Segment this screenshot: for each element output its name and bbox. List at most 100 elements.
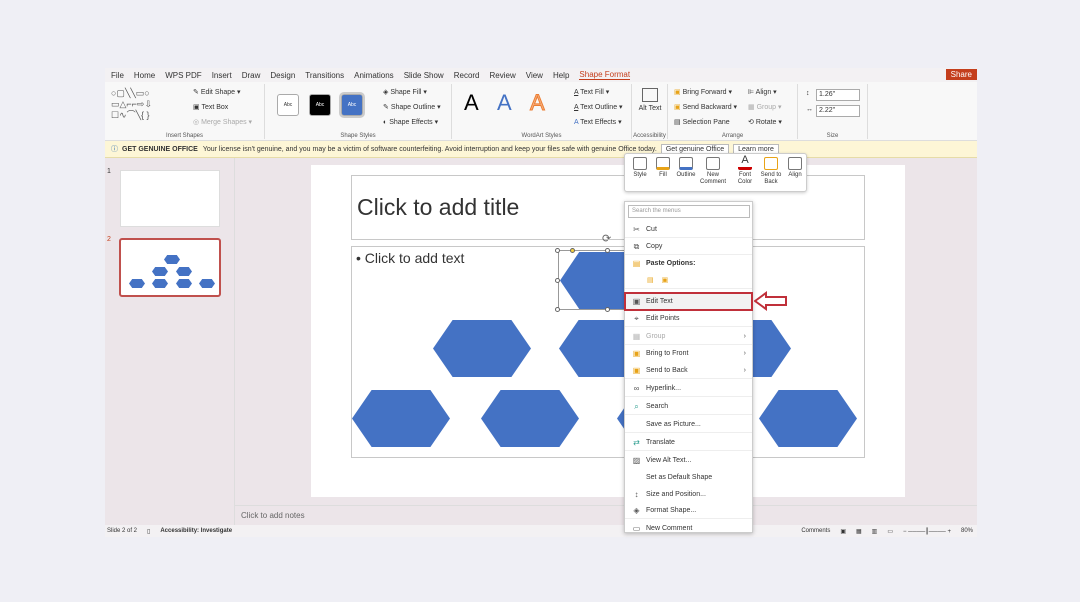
bring-forward-button[interactable]: ▣ Bring Forward ▾ (674, 88, 732, 96)
selection-pane-button[interactable]: ▤ Selection Pane (674, 118, 730, 126)
menu-item-format-shape[interactable]: ◈ Format Shape... (625, 502, 752, 519)
menu-item-hyperlink[interactable]: ∞ Hyperlink... (625, 380, 752, 397)
comment-icon (706, 157, 720, 170)
search-menus-input[interactable]: Search the menus (628, 205, 750, 218)
resize-handle[interactable] (555, 307, 560, 312)
style-icon (633, 157, 647, 170)
tab-review[interactable]: Review (490, 71, 516, 80)
hexagon-shape[interactable] (759, 390, 857, 447)
edit-text-icon: ▣ (632, 296, 641, 306)
edit-shape-button[interactable]: ✎ Edit Shape ▾ (193, 88, 241, 96)
label: Send to Back (646, 366, 688, 374)
merge-shapes-label: Merge Shapes (201, 119, 247, 126)
tab-insert[interactable]: Insert (212, 71, 232, 80)
resize-handle[interactable] (605, 307, 610, 312)
text-fill-button[interactable]: A Text Fill ▾ (574, 88, 609, 96)
tab-file[interactable]: File (111, 71, 124, 80)
text-box-button[interactable]: ▣ Text Box (193, 103, 228, 111)
style-swatch-blue[interactable]: Abc (339, 92, 365, 118)
fill-button[interactable]: Fill (653, 157, 673, 179)
resize-handle[interactable] (605, 248, 610, 253)
tab-help[interactable]: Help (553, 71, 569, 80)
tab-slide-show[interactable]: Slide Show (404, 71, 444, 80)
align-button[interactable]: ⊫ Align ▾ (748, 88, 777, 96)
style-swatch-white[interactable]: Abc (277, 94, 299, 116)
paste-picture-icon[interactable]: ▣ (662, 276, 669, 284)
send-to-back-button[interactable]: Send to Back (759, 157, 783, 186)
menu-item-cut[interactable]: ✂ Cut (625, 221, 752, 238)
width-input[interactable]: 2.22" (816, 105, 860, 117)
style-button[interactable]: Style (629, 157, 651, 179)
menu-item-translate[interactable]: ⇄ Translate (625, 434, 752, 451)
group-label: Group (756, 104, 777, 111)
menu-item-send-to-back[interactable]: ▣ Send to Back › (625, 362, 752, 379)
normal-view-icon[interactable]: ▣ (840, 528, 846, 535)
adjust-handle[interactable] (570, 248, 575, 253)
tab-transitions[interactable]: Transitions (305, 71, 344, 80)
label: Paste Options: (646, 260, 696, 267)
notes-icon[interactable]: ▯ (147, 528, 150, 535)
wordart-black[interactable]: A (464, 90, 479, 116)
label: Fill (659, 172, 667, 178)
resize-handle[interactable] (555, 278, 560, 283)
label: Hyperlink... (646, 384, 682, 392)
shape-effects-button[interactable]: ◐ Shape Effects ▾ (383, 118, 438, 126)
wordart-blue[interactable]: A (497, 90, 512, 116)
outline-button[interactable]: Outline (675, 157, 697, 179)
accessibility-status[interactable]: Accessibility: Investigate (160, 528, 232, 534)
tab-wps-pdf[interactable]: WPS PDF (165, 71, 201, 80)
slide-thumbnail-2[interactable] (119, 238, 221, 297)
paste-keep-formatting-icon[interactable]: ▤ (647, 276, 654, 284)
resize-handle[interactable] (555, 248, 560, 253)
rotate-handle-icon[interactable]: ⟳ (602, 232, 611, 245)
menu-item-bring-to-front[interactable]: ▣ Bring to Front › (625, 345, 752, 362)
tab-view[interactable]: View (526, 71, 543, 80)
text-effects-button[interactable]: A Text Effects ▾ (574, 118, 622, 126)
hexagon-shape[interactable] (433, 320, 531, 377)
font-color-button[interactable]: A Font Color (735, 155, 755, 186)
hexagon-shape[interactable] (481, 390, 579, 447)
zoom-level[interactable]: 80% (961, 528, 973, 534)
tab-design[interactable]: Design (270, 71, 295, 80)
shape-outline-label: Shape Outline (390, 104, 436, 111)
height-input[interactable]: 1.26" (816, 89, 860, 101)
style-swatch-black[interactable]: Abc (309, 94, 331, 116)
hexagon-shape[interactable] (352, 390, 450, 447)
send-backward-button[interactable]: ▣ Send Backward ▾ (674, 103, 737, 111)
new-comment-button[interactable]: New Comment (699, 157, 727, 186)
wordart-orange[interactable]: A (530, 90, 546, 116)
shape-fill-button[interactable]: ◈ Shape Fill ▾ (383, 88, 427, 96)
alt-text-button[interactable]: Alt Text (636, 105, 664, 112)
shape-outline-button[interactable]: ✎ Shape Outline ▾ (383, 103, 441, 111)
slide-sorter-icon[interactable]: ▦ (856, 528, 862, 535)
reading-view-icon[interactable]: ▥ (872, 528, 878, 535)
search-icon: ⌕ (634, 401, 639, 411)
tab-shape-format[interactable]: Shape Format (579, 70, 631, 80)
share-button[interactable]: Share (945, 69, 977, 80)
menu-item-set-default-shape[interactable]: Set as Default Shape (625, 469, 752, 486)
menu-item-search[interactable]: ⌕ Search (625, 398, 752, 415)
zoom-slider[interactable]: − ────┃──── + (903, 528, 951, 535)
tab-draw[interactable]: Draw (242, 71, 261, 80)
menu-item-new-comment[interactable]: ▭ New Comment (625, 520, 752, 537)
tab-home[interactable]: Home (134, 71, 155, 80)
rotate-button[interactable]: ⟲ Rotate ▾ (748, 118, 782, 126)
tab-animations[interactable]: Animations (354, 71, 394, 80)
comments-button[interactable]: Comments (801, 528, 830, 534)
menu-item-edit-points[interactable]: ⌖ Edit Points (625, 310, 752, 327)
align-button[interactable]: Align (785, 157, 805, 179)
menu-item-copy[interactable]: ⧉ Copy (625, 238, 752, 255)
menu-item-size-and-position[interactable]: ↕ Size and Position... (625, 486, 752, 503)
tab-record[interactable]: Record (454, 71, 480, 80)
slide-thumbnail-1[interactable] (120, 170, 220, 227)
submenu-arrow-icon: › (743, 350, 746, 357)
text-outline-button[interactable]: A Text Outline ▾ (574, 103, 623, 111)
shapes-gallery[interactable]: ○▢╲╲▭○ ▭△⌐⌐⇨⇩ ☐∿⌒╲{ } (111, 88, 181, 122)
menu-item-view-alt-text[interactable]: ▨ View Alt Text... (625, 452, 752, 469)
menu-item-edit-text[interactable]: ▣ Edit Text (624, 292, 753, 311)
slideshow-icon[interactable]: ▭ (887, 528, 893, 535)
slide-canvas[interactable]: Click to add title • Click to add text ⟳ (311, 165, 905, 497)
notification-title: GET GENUINE OFFICE (122, 145, 198, 153)
notes-pane[interactable]: Click to add notes (235, 505, 977, 525)
menu-item-save-as-picture[interactable]: Save as Picture... (625, 416, 752, 433)
